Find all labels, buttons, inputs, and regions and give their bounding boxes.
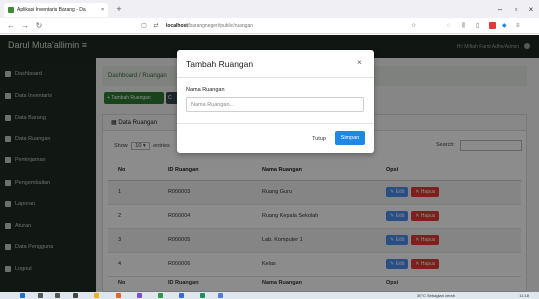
start-icon[interactable] [20, 293, 25, 298]
os-taskbar [0, 292, 539, 299]
task-view-icon[interactable] [55, 293, 60, 298]
app-favicon-icon [8, 7, 14, 13]
back-icon[interactable]: ← [5, 20, 17, 32]
account-icon[interactable]: ◆ [502, 21, 507, 31]
url-path: /barangnegeri/public/ruangan [187, 23, 254, 29]
simpan-button[interactable]: Simpan [335, 131, 365, 145]
page-icon: ▢ [141, 23, 147, 29]
weather-widget[interactable]: 30°C Sebagian cerah [417, 292, 455, 299]
app-icon[interactable] [218, 293, 223, 298]
tutup-button[interactable]: Tutup [309, 133, 329, 145]
file-explorer-icon[interactable] [94, 293, 99, 298]
address-bar[interactable]: localhost/barangnegeri/public/ruangan [166, 21, 386, 31]
app-icon[interactable] [137, 293, 142, 298]
system-clock[interactable]: 11:18 [519, 292, 529, 299]
url-host: localhost [166, 23, 188, 29]
close-tab-icon[interactable]: × [101, 7, 104, 13]
menu-icon[interactable]: ≡ [516, 21, 520, 31]
new-tab-icon[interactable]: + [113, 3, 125, 15]
pocket-icon[interactable]: ◌ [447, 21, 451, 31]
modal-footer-divider [177, 123, 374, 124]
close-window-icon[interactable]: × [524, 4, 538, 16]
firefox-icon[interactable] [116, 293, 121, 298]
nama-ruangan-label: Nama Ruangan [186, 87, 225, 93]
reload-icon[interactable]: ↻ [33, 20, 45, 32]
connection-icon[interactable]: ⇄ [150, 20, 162, 32]
app-icon[interactable] [200, 293, 205, 298]
bookmark-star-icon[interactable]: ☆ [411, 21, 416, 31]
vscode-icon[interactable] [179, 293, 184, 298]
widgets-icon[interactable] [73, 293, 78, 298]
maximize-icon[interactable]: ▫ [509, 4, 523, 16]
tab-title: Aplikasi Inventaris Barang - Da [17, 7, 86, 13]
app-icon[interactable] [158, 293, 163, 298]
modal-header-divider [177, 77, 374, 78]
browser-tab[interactable]: Aplikasi Inventaris Barang - Da × [4, 3, 108, 17]
forward-icon[interactable]: → [19, 20, 31, 32]
modal-title: Tambah Ruangan [186, 59, 254, 69]
sidebar-toggle-icon[interactable]: ▯ [476, 21, 479, 31]
search-icon[interactable] [38, 293, 43, 298]
extension-icon[interactable] [489, 22, 496, 29]
nama-ruangan-input[interactable] [186, 97, 364, 112]
modal-close-icon[interactable]: × [357, 58, 362, 67]
minimize-icon[interactable]: – [493, 4, 507, 16]
library-icon[interactable]: ⫼ [462, 21, 465, 31]
